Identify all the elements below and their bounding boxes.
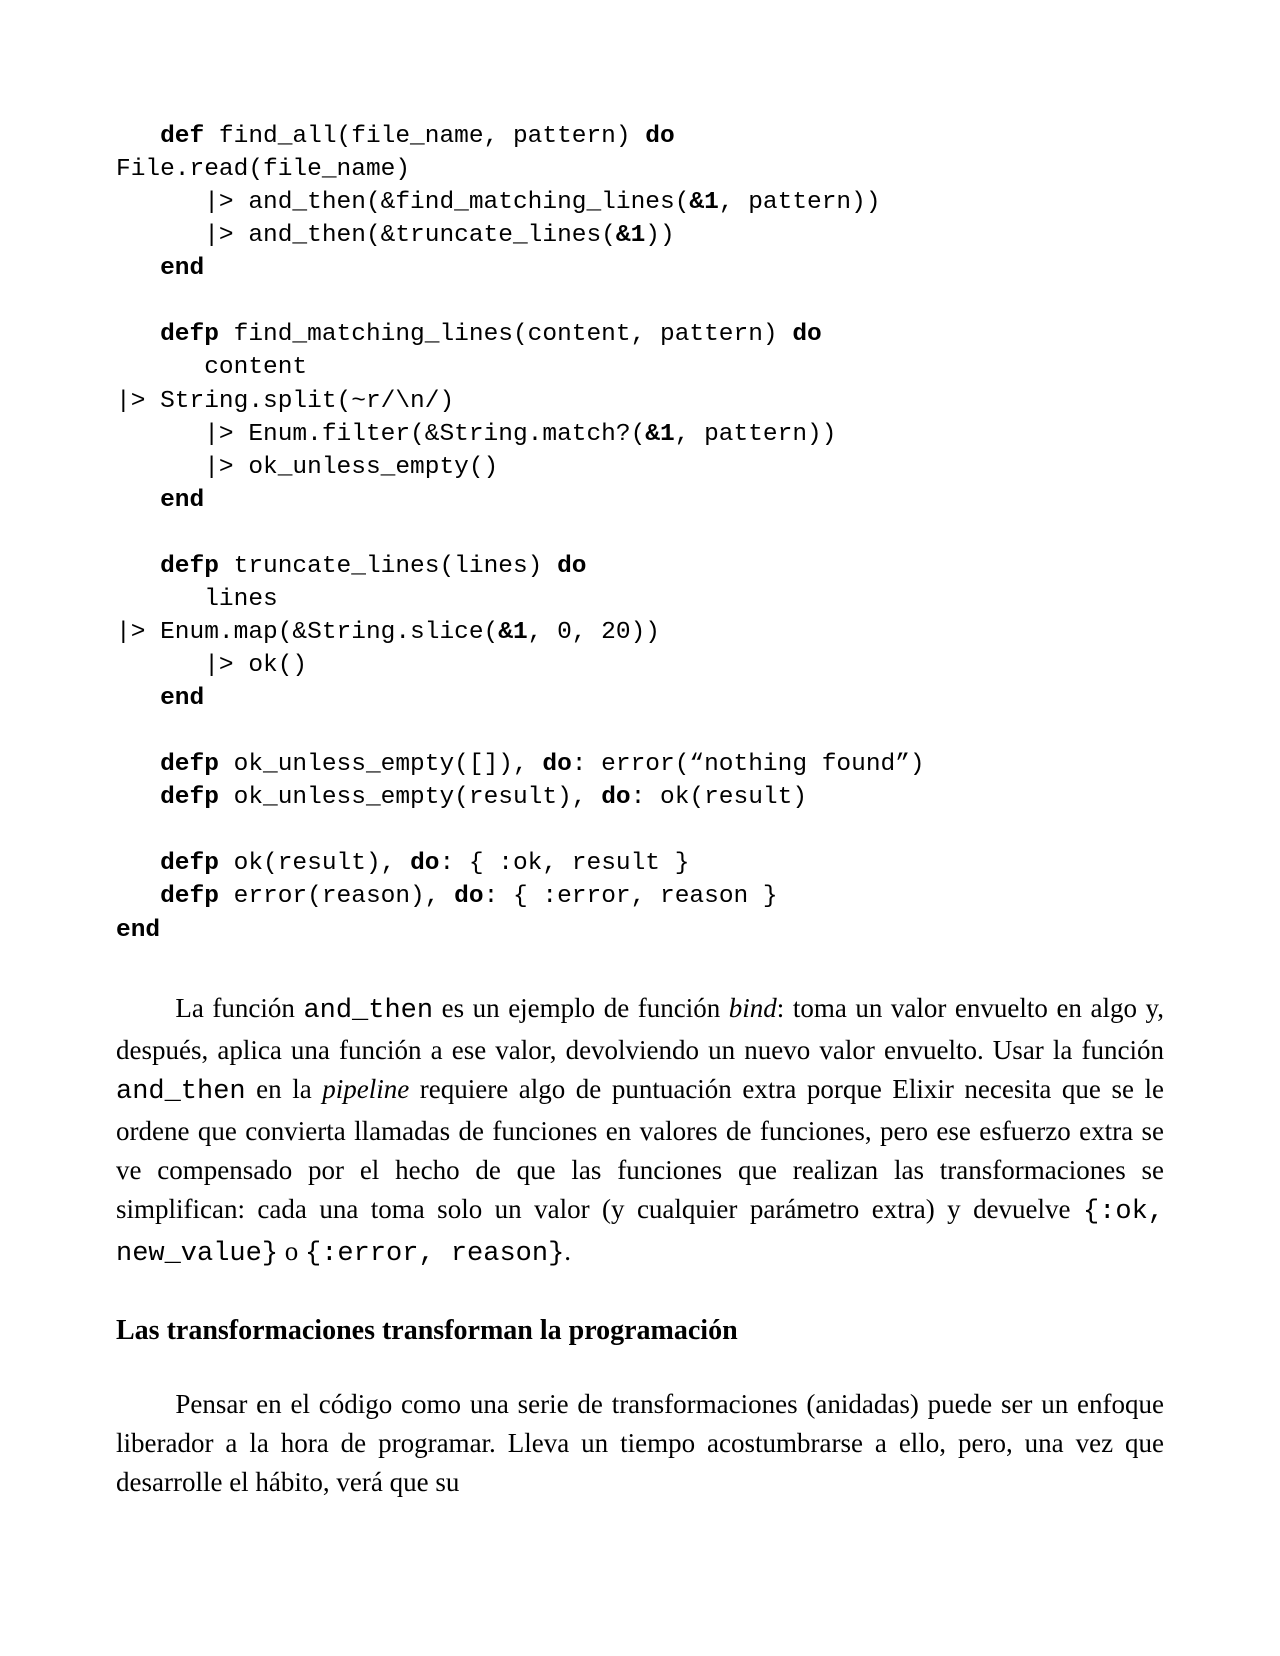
code-block: def find_all(file_name, pattern) do File…: [116, 120, 1164, 947]
paragraph-1: La función and_then es un ejemplo de fun…: [116, 989, 1164, 1275]
section-heading: Las transformaciones transforman la prog…: [116, 1315, 1164, 1347]
paragraph-2: Pensar en el código como una serie de tr…: [116, 1385, 1164, 1502]
